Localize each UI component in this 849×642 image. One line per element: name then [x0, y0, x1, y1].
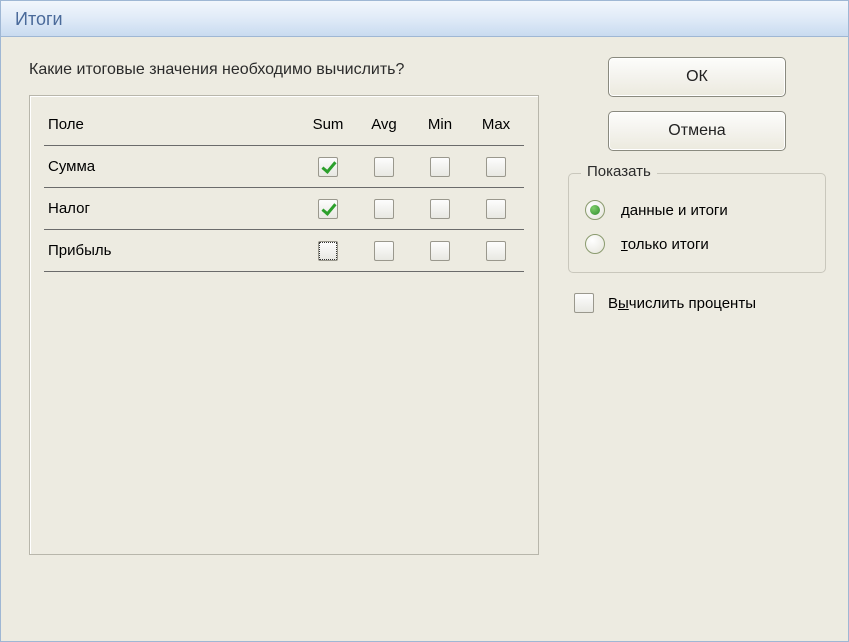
checkbox-max[interactable] [486, 199, 506, 219]
window-title: Итоги [15, 9, 63, 29]
checkbox-max[interactable] [486, 157, 506, 177]
calc-percents-label: Вычислить проценты [608, 295, 756, 312]
row-field-label: Налог [44, 200, 300, 217]
show-group-title: Показать [581, 163, 657, 180]
radio-icon [585, 200, 605, 220]
row-field-label: Сумма [44, 158, 300, 175]
row-field-label: Прибыль [44, 242, 300, 259]
checkbox-sum[interactable] [318, 157, 338, 177]
radio-label: данные и итоги [621, 202, 728, 219]
header-avg: Avg [356, 116, 412, 133]
ok-button[interactable]: ОК [608, 57, 786, 97]
calc-percents-checkbox[interactable]: Вычислить проценты [574, 293, 826, 313]
radio-label: только итоги [621, 236, 709, 253]
checkbox-avg[interactable] [374, 241, 394, 261]
checkbox-icon [574, 293, 594, 313]
show-groupbox: Показать данные и итоги только итоги [568, 173, 826, 273]
checkbox-avg[interactable] [374, 199, 394, 219]
checkbox-min[interactable] [430, 157, 450, 177]
checkbox-min[interactable] [430, 199, 450, 219]
totals-table: Поле Sum Avg Min Max Сумма Налог [29, 95, 539, 555]
titlebar: Итоги [1, 1, 848, 37]
checkbox-sum[interactable] [318, 199, 338, 219]
checkbox-avg[interactable] [374, 157, 394, 177]
header-min: Min [412, 116, 468, 133]
table-row: Налог [44, 188, 524, 230]
content-area: Какие итоговые значения необходимо вычис… [1, 37, 848, 641]
header-field: Поле [44, 116, 300, 133]
dialog-window: Итоги Какие итоговые значения необходимо… [0, 0, 849, 642]
checkbox-min[interactable] [430, 241, 450, 261]
table-row: Сумма [44, 146, 524, 188]
checkbox-max[interactable] [486, 241, 506, 261]
header-sum: Sum [300, 116, 356, 133]
radio-icon [585, 234, 605, 254]
cancel-button[interactable]: Отмена [608, 111, 786, 151]
table-row: Прибыль [44, 230, 524, 272]
radio-data-and-totals[interactable]: данные и итоги [585, 200, 813, 220]
header-max: Max [468, 116, 524, 133]
table-header-row: Поле Sum Avg Min Max [44, 104, 524, 146]
radio-totals-only[interactable]: только итоги [585, 234, 813, 254]
checkbox-sum[interactable] [318, 241, 338, 261]
right-column: ОК Отмена Показать данные и итоги только… [568, 57, 826, 313]
